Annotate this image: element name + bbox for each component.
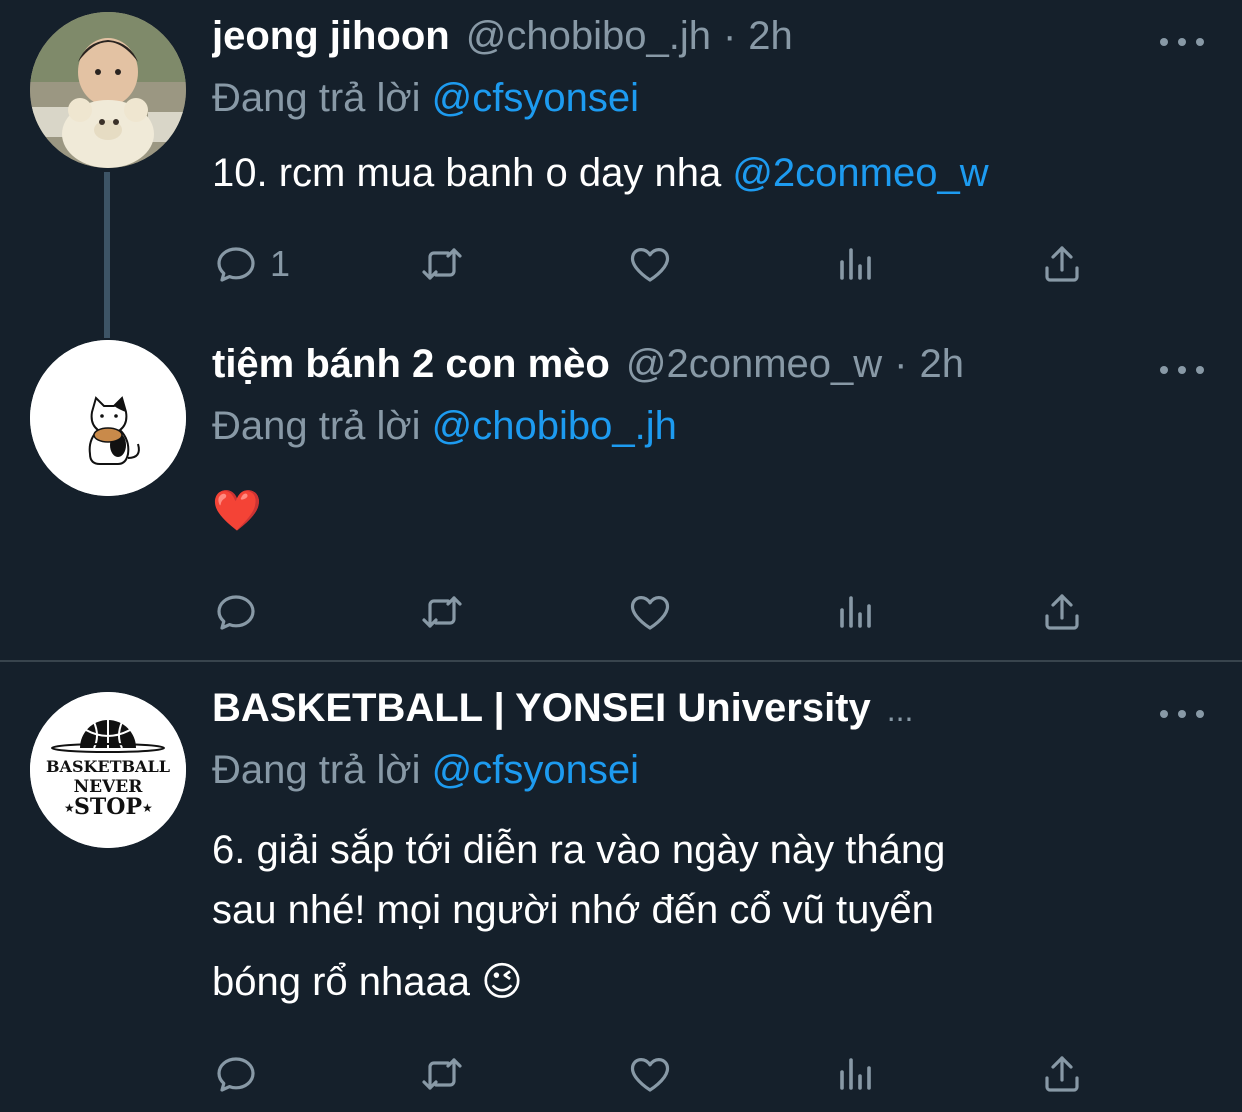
more-icon[interactable] (1160, 360, 1204, 380)
tweet-text-line-3: bóng rổ nhaaa 😉 (212, 960, 523, 1004)
retweet-button[interactable] (418, 1046, 466, 1102)
analytics-icon (840, 1058, 871, 1090)
display-name[interactable]: jeong jihoon (212, 14, 450, 59)
tweet-header: tiệm bánh 2 con mèo @2conmeo_w · 2h (212, 342, 1162, 398)
like-button[interactable] (626, 236, 674, 292)
like-icon (630, 248, 670, 282)
svg-text:★: ★ (64, 801, 75, 815)
retweet-button[interactable] (418, 584, 466, 640)
child-with-teddy-photo (30, 12, 186, 168)
more-icon[interactable] (1160, 704, 1204, 724)
tweet-1[interactable]: jeong jihoon @chobibo_.jh · 2h Đang trả … (0, 0, 1242, 338)
retweet-icon (422, 1058, 462, 1090)
svg-text:★: ★ (142, 801, 153, 815)
share-icon (1045, 246, 1079, 282)
retweet-button[interactable] (418, 236, 466, 292)
tweet-actions (212, 1046, 1092, 1102)
tweet-actions: 1 (212, 236, 1092, 292)
avatar-basketball-yonsei[interactable]: BASKETBALL NEVER STOP ★ ★ (30, 692, 186, 848)
logo-text-basketball: BASKETBALL (46, 757, 170, 776)
thread-line (104, 172, 110, 338)
like-button[interactable] (626, 584, 674, 640)
basketball-never-stop-logo: BASKETBALL NEVER STOP ★ ★ (30, 692, 186, 848)
share-icon (1045, 1056, 1079, 1092)
reply-icon (217, 595, 255, 630)
retweet-icon (422, 248, 462, 280)
reply-button[interactable]: 1 (212, 236, 290, 292)
like-icon (630, 1058, 670, 1092)
like-icon (630, 596, 670, 630)
share-icon (1045, 594, 1079, 630)
timestamp[interactable]: 2h (919, 342, 964, 387)
tweet-text-line-2: sau nhé! mọi người nhớ đến cổ vũ tuyển (212, 888, 934, 932)
replying-to: Đang trả lời @chobibo_.jh (212, 404, 677, 449)
tweet-2[interactable]: tiệm bánh 2 con mèo @2conmeo_w · 2h Đang… (0, 330, 1242, 660)
tweet-text-content: 10. rcm mua banh o day nha (212, 151, 722, 195)
reply-count: 1 (270, 243, 291, 284)
separator-dot: · (894, 342, 908, 386)
user-handle[interactable]: @2conmeo_w (626, 342, 882, 387)
name-truncation: ... (886, 692, 914, 728)
like-button[interactable] (626, 1046, 674, 1102)
analytics-button[interactable] (832, 236, 880, 292)
analytics-icon (840, 596, 871, 628)
timestamp[interactable]: 2h (748, 14, 793, 59)
tweet-actions (212, 584, 1092, 640)
replying-to-link[interactable]: @cfsyonsei (432, 748, 639, 792)
user-handle[interactable]: @chobibo_.jh (466, 14, 711, 59)
replying-prefix: Đang trả lời (212, 748, 421, 792)
replying-to-link[interactable]: @cfsyonsei (432, 76, 639, 120)
analytics-button[interactable] (832, 1046, 880, 1102)
tweet-text: ❤️ (212, 482, 1182, 540)
tweet-header: jeong jihoon @chobibo_.jh · 2h (212, 14, 1162, 70)
tweet-header: BASKETBALL | YONSEI University ... (212, 686, 1162, 742)
share-button[interactable] (1038, 236, 1086, 292)
reply-button[interactable] (212, 1046, 260, 1102)
mention-link[interactable]: @2conmeo_w (732, 151, 988, 195)
reply-icon (217, 1057, 255, 1092)
heart-emoji: ❤️ (212, 489, 262, 533)
display-name[interactable]: BASKETBALL | YONSEI University (212, 686, 871, 731)
reply-icon (217, 247, 255, 282)
replying-to: Đang trả lời @cfsyonsei (212, 748, 639, 793)
replying-to: Đang trả lời @cfsyonsei (212, 76, 639, 121)
avatar-2conmeo[interactable] (30, 340, 186, 496)
share-button[interactable] (1038, 1046, 1086, 1102)
more-icon[interactable] (1160, 32, 1204, 52)
replying-to-link[interactable]: @chobibo_.jh (432, 404, 677, 448)
avatar-jeong-jihoon[interactable] (30, 12, 186, 168)
retweet-icon (422, 596, 462, 628)
share-button[interactable] (1038, 584, 1086, 640)
reply-button[interactable] (212, 584, 260, 640)
display-name[interactable]: tiệm bánh 2 con mèo (212, 342, 610, 387)
replying-prefix: Đang trả lời (212, 76, 421, 120)
logo-text-stop: STOP (74, 794, 142, 820)
replying-prefix: Đang trả lời (212, 404, 421, 448)
analytics-icon (840, 248, 871, 280)
tweet-3[interactable]: BASKETBALL NEVER STOP ★ ★ BASKETBALL | Y… (0, 662, 1242, 1112)
cat-logo (30, 340, 186, 496)
tweet-text: 10. rcm mua banh o day nha @2conmeo_w (212, 144, 1182, 202)
tweet-text: 6. giải sắp tới diễn ra vào ngày này thá… (212, 820, 1182, 1012)
tweet-text-line-1: 6. giải sắp tới diễn ra vào ngày này thá… (212, 828, 946, 872)
analytics-button[interactable] (832, 584, 880, 640)
separator-dot: · (722, 14, 737, 58)
